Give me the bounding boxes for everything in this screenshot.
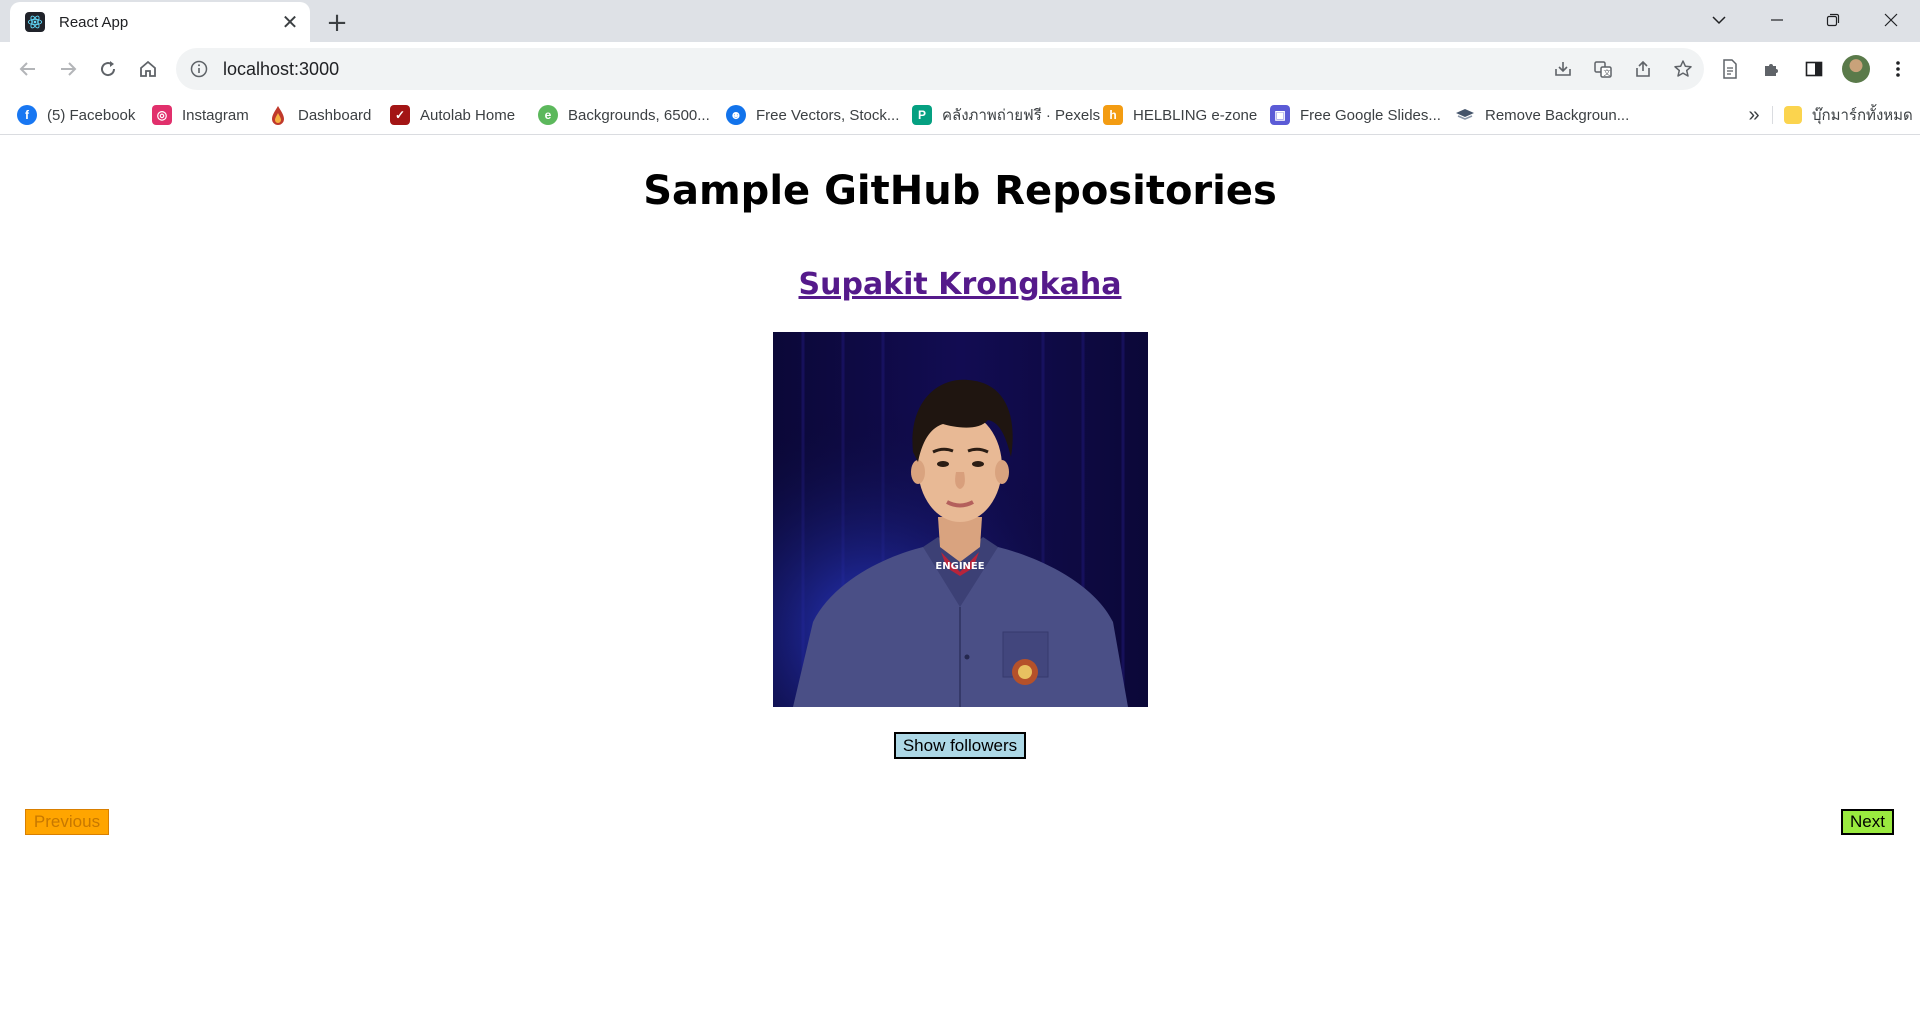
- bookmark-label: Free Vectors, Stock...: [756, 106, 900, 124]
- minimize-icon[interactable]: [1752, 0, 1802, 40]
- bookmark-instagram[interactable]: ◎ Instagram: [152, 96, 249, 134]
- backgrounds-icon: e: [538, 105, 558, 125]
- browser-tab[interactable]: React App ✕: [10, 2, 310, 42]
- translate-icon[interactable]: 文: [1592, 58, 1614, 80]
- pexels-icon: P: [912, 105, 932, 125]
- autolab-icon: ✓: [390, 105, 410, 125]
- folder-icon: [1784, 106, 1802, 124]
- svg-text:文: 文: [1604, 68, 1611, 77]
- tab-title: React App: [59, 13, 129, 31]
- reload-button[interactable]: [92, 53, 124, 85]
- instagram-icon: ◎: [152, 105, 172, 125]
- bookmark-dashboard[interactable]: Dashboard: [268, 96, 371, 134]
- profile-photo: ENGINEE: [773, 332, 1148, 707]
- bookmark-label: คลังภาพถ่ายฟรี · Pexels: [942, 107, 1101, 124]
- star-icon[interactable]: [1672, 58, 1694, 80]
- restore-icon[interactable]: [1808, 0, 1858, 40]
- dashboard-icon: [268, 105, 288, 125]
- all-bookmarks-folder[interactable]: บุ๊กมาร์กทั้งหมด: [1784, 96, 1913, 134]
- bookmark-removebg[interactable]: Remove Backgroun...: [1455, 96, 1629, 134]
- install-icon[interactable]: [1552, 58, 1574, 80]
- close-icon[interactable]: [1866, 0, 1916, 40]
- bookmark-label: Free Google Slides...: [1300, 106, 1441, 124]
- bookmark-label: Dashboard: [298, 106, 372, 124]
- tab-search-icon[interactable]: [1694, 0, 1744, 40]
- bookmark-label: Remove Backgroun...: [1485, 106, 1630, 124]
- browser-toolbar: localhost:3000 文: [0, 42, 1920, 96]
- shirt-text: ENGINEE: [935, 561, 984, 572]
- bookmarks-bar: f (5) Facebook ◎ Instagram Dashboard ✓ A…: [0, 96, 1920, 135]
- bookmark-label: Backgrounds, 6500...: [568, 106, 710, 124]
- back-button[interactable]: [12, 53, 44, 85]
- bookmark-pexels[interactable]: P คลังภาพถ่ายฟรี · Pexels: [912, 96, 1100, 134]
- bookmark-facebook[interactable]: f (5) Facebook: [17, 96, 135, 134]
- bookmark-freepik[interactable]: ☻ Free Vectors, Stock...: [726, 96, 899, 134]
- bookmark-label: Instagram: [182, 106, 249, 124]
- bookmark-label: บุ๊กมาร์กทั้งหมด: [1812, 107, 1913, 124]
- show-followers-button[interactable]: Show followers: [894, 732, 1026, 759]
- previous-button[interactable]: Previous: [25, 809, 109, 835]
- extensions-icon[interactable]: [1758, 55, 1786, 83]
- page-title: Sample GitHub Repositories: [643, 168, 1277, 214]
- address-bar[interactable]: localhost:3000 文: [176, 48, 1704, 90]
- bookmark-helbling[interactable]: h HELBLING e-zone: [1103, 96, 1257, 134]
- profile-name-link[interactable]: Supakit Krongkaha: [0, 267, 1920, 302]
- page-content: Sample GitHub Repositories Supakit Krong…: [0, 135, 1920, 1018]
- react-icon: [25, 12, 45, 32]
- removebg-icon: [1455, 105, 1475, 125]
- home-button[interactable]: [132, 53, 164, 85]
- side-panel-icon[interactable]: [1800, 55, 1828, 83]
- slides-icon: ▣: [1270, 105, 1290, 125]
- bookmarks-overflow-button[interactable]: »: [1744, 96, 1764, 134]
- tab-strip: React App ✕ +: [0, 0, 1920, 42]
- helbling-icon: h: [1103, 105, 1123, 125]
- url-text[interactable]: localhost:3000: [223, 59, 339, 80]
- bookmark-label: HELBLING e-zone: [1133, 106, 1258, 124]
- next-button[interactable]: Next: [1841, 809, 1894, 835]
- share-icon[interactable]: [1632, 58, 1654, 80]
- new-tab-button[interactable]: +: [322, 8, 352, 38]
- bookmark-label: Autolab Home: [420, 106, 516, 124]
- forward-button[interactable]: [52, 53, 84, 85]
- facebook-icon: f: [17, 105, 37, 125]
- bookmark-label: (5) Facebook: [47, 106, 136, 124]
- reading-mode-icon[interactable]: [1716, 55, 1744, 83]
- bookmark-backgrounds[interactable]: e Backgrounds, 6500...: [538, 96, 710, 134]
- bookmark-slides[interactable]: ▣ Free Google Slides...: [1270, 96, 1441, 134]
- info-icon[interactable]: [189, 59, 209, 79]
- freepik-icon: ☻: [726, 105, 746, 125]
- bookmarks-divider: [1772, 106, 1773, 124]
- bookmark-autolab[interactable]: ✓ Autolab Home: [390, 96, 515, 134]
- menu-icon[interactable]: [1884, 55, 1912, 83]
- tab-close-icon[interactable]: ✕: [278, 10, 302, 34]
- profile-avatar[interactable]: [1842, 55, 1870, 83]
